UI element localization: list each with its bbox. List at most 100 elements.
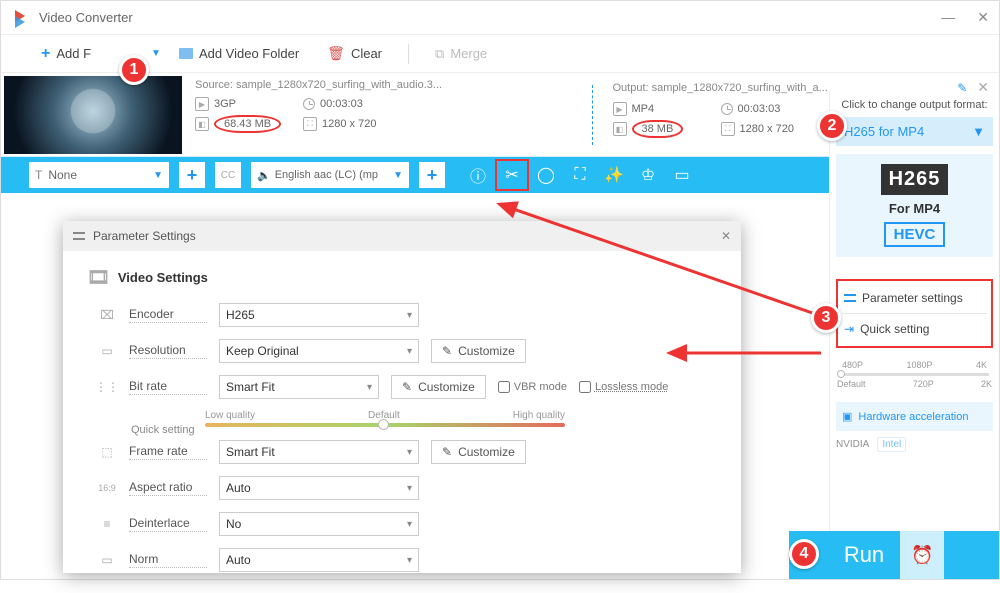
resolution-customize-button[interactable]: ✎Customize xyxy=(431,339,526,363)
merge-icon: ⧉ xyxy=(435,46,444,62)
quality-slider[interactable]: Low quality Default High quality xyxy=(205,410,565,427)
resolution-icon: ▭ xyxy=(97,344,117,358)
encoder-select[interactable]: H265 xyxy=(219,303,419,327)
clock-icon xyxy=(721,103,733,115)
close-icon[interactable]: ✕ xyxy=(977,9,989,26)
dialog-close-icon[interactable]: ✕ xyxy=(721,229,731,243)
norm-label: Norm xyxy=(129,552,207,568)
encoder-value: H265 xyxy=(226,308,255,322)
add-folder-button[interactable]: Add Video Folder xyxy=(169,42,309,65)
dialog-titlebar: Parameter Settings ✕ xyxy=(63,221,741,251)
app-logo xyxy=(11,8,31,28)
lossless-checkbox[interactable]: Lossless mode xyxy=(579,381,668,393)
crop-icon[interactable]: ⛶ xyxy=(563,159,597,191)
watermark-icon[interactable]: ♔ xyxy=(631,159,665,191)
resolution-value: Keep Original xyxy=(226,344,299,358)
add-audio-button[interactable]: + xyxy=(419,162,445,188)
lossless-label: Lossless mode xyxy=(595,381,668,393)
source-format: 3GP xyxy=(214,98,236,110)
merge-label: Merge xyxy=(450,46,487,61)
add-folder-label: Add Video Folder xyxy=(199,46,299,61)
source-output-divider xyxy=(592,85,593,145)
parameter-settings-link[interactable]: Parameter settings xyxy=(842,285,987,311)
nvidia-badge: NVIDIA xyxy=(836,439,869,450)
chip-icon: ▣ xyxy=(842,410,852,423)
annotation-badge-3: 3 xyxy=(811,303,841,333)
chevron-down-icon: ▼ xyxy=(393,170,403,181)
deinterlace-select[interactable]: No xyxy=(219,512,419,536)
subtitle-select[interactable]: T None ▼ xyxy=(29,162,169,188)
framerate-label: Frame rate xyxy=(129,444,207,460)
run-button[interactable]: Run xyxy=(844,542,884,568)
schedule-icon[interactable]: ⏰ xyxy=(900,531,944,579)
norm-value: Auto xyxy=(226,553,251,567)
codec-badge: H265 xyxy=(881,164,949,195)
change-format-label: Click to change output format: xyxy=(836,99,993,111)
vbr-checkbox[interactable]: VBR mode xyxy=(498,381,567,393)
intel-badge: Intel xyxy=(877,437,906,452)
audio-track-select[interactable]: 🔈 English aac (LC) (mp ▼ xyxy=(251,162,409,188)
res-2k: 2K xyxy=(981,379,992,389)
resolution-select[interactable]: Keep Original xyxy=(219,339,419,363)
output-format-panel: Click to change output format: H265 for … xyxy=(829,91,999,579)
bitrate-label: Bit rate xyxy=(129,379,207,395)
bitrate-select[interactable]: Smart Fit xyxy=(219,375,379,399)
norm-select[interactable]: Auto xyxy=(219,548,419,572)
main-toolbar: + Add F ▼ Add Video Folder 🗑 Clear ⧉ Mer… xyxy=(1,35,999,73)
encoder-label: Encoder xyxy=(129,307,207,323)
aspect-icon: 16:9 xyxy=(97,483,117,493)
clear-button[interactable]: 🗑 Clear xyxy=(317,41,392,66)
deinterlace-label: Deinterlace xyxy=(129,516,207,532)
annotation-badge-2: 2 xyxy=(817,111,847,141)
video-thumbnail[interactable] xyxy=(4,76,182,154)
format-icon: ▶ xyxy=(195,97,209,111)
resolution-quick-bar[interactable]: 480P1080P4K Default720P2K xyxy=(836,360,993,392)
effects-icon[interactable]: ✨ xyxy=(597,159,631,191)
film-icon: 🎞 xyxy=(87,267,110,288)
folder-icon xyxy=(179,48,193,59)
info-icon[interactable]: ⓘ xyxy=(461,159,495,191)
rotate-icon[interactable]: ◯ xyxy=(529,159,563,191)
aspect-select[interactable]: Auto xyxy=(219,476,419,500)
resolution-label: Resolution xyxy=(129,343,207,359)
low-quality-label: Low quality xyxy=(205,410,255,421)
output-duration: 00:03:03 xyxy=(738,103,781,115)
video-settings-header: 🎞 Video Settings xyxy=(87,267,717,288)
cc-button[interactable]: CC xyxy=(215,162,241,188)
format-selected: H265 for MP4 xyxy=(844,124,924,139)
source-size: 68.43 MB xyxy=(214,115,281,133)
trim-icon[interactable]: ✂ xyxy=(495,159,529,191)
customize-label: Customize xyxy=(458,445,515,459)
param-settings-label: Parameter settings xyxy=(862,291,963,305)
subtitle-icon[interactable]: ▭ xyxy=(665,159,699,191)
merge-button[interactable]: ⧉ Merge xyxy=(425,42,497,66)
framerate-customize-button[interactable]: ✎ Customize xyxy=(431,440,526,464)
slider-handle[interactable] xyxy=(378,419,389,430)
aspect-label: Aspect ratio xyxy=(129,480,207,496)
output-label: Output: sample_1280x720_surfing_with_a..… xyxy=(613,82,828,94)
bitrate-icon: ⋮⋮ xyxy=(97,380,117,394)
section-label: Video Settings xyxy=(118,270,208,285)
add-file-dropdown-icon[interactable]: ▼ xyxy=(151,48,161,59)
minimize-icon[interactable]: — xyxy=(941,9,955,26)
toolbar-divider xyxy=(408,44,409,64)
framerate-select[interactable]: Smart Fit xyxy=(219,440,419,464)
quick-setting-link[interactable]: ⇥ Quick setting xyxy=(842,316,987,342)
dialog-title: Parameter Settings xyxy=(93,229,196,243)
chevron-down-icon: ▼ xyxy=(153,170,163,181)
pencil-icon: ✎ xyxy=(442,344,452,358)
clear-label: Clear xyxy=(351,46,382,61)
output-format: MP4 xyxy=(632,103,655,115)
format-select[interactable]: H265 for MP4 ▼ xyxy=(836,117,993,146)
hw-label: Hardware acceleration xyxy=(858,411,968,423)
norm-icon: ▭ xyxy=(97,553,117,567)
hardware-accel-button[interactable]: ▣ Hardware acceleration xyxy=(836,402,993,431)
pencil-icon: ✎ xyxy=(442,445,452,459)
add-file-button[interactable]: + Add F xyxy=(31,41,101,67)
add-subtitle-button[interactable]: + xyxy=(179,162,205,188)
res-1080p: 1080P xyxy=(906,360,932,370)
audio-value: English aac (LC) (mp xyxy=(275,169,378,181)
bitrate-customize-button[interactable]: ✎Customize xyxy=(391,375,486,399)
settings-links-box: Parameter settings ⇥ Quick setting xyxy=(836,279,993,348)
annotation-badge-4: 4 xyxy=(789,539,819,569)
